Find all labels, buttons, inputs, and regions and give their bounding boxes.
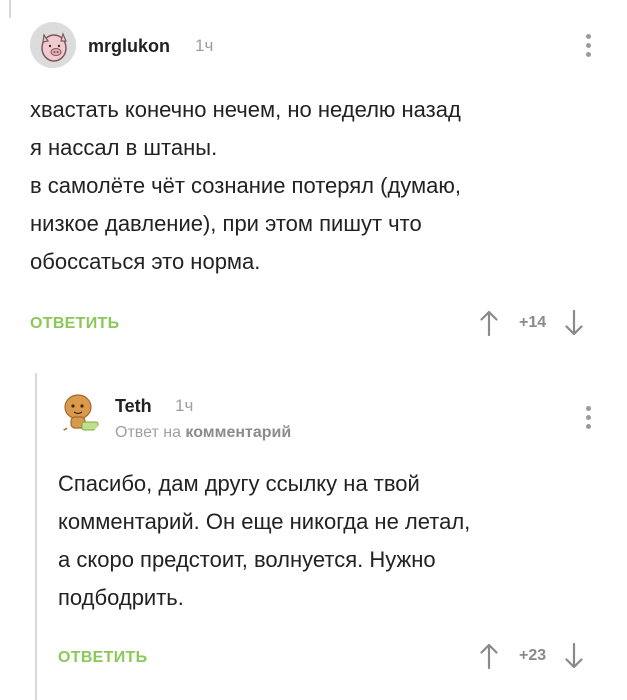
more-vertical-icon[interactable] [586, 406, 592, 433]
arrow-up-icon[interactable] [477, 641, 501, 671]
comment-text-line: хвастать конечно нечем, но неделю назад [30, 97, 461, 122]
username[interactable]: mrglukon [88, 36, 170, 57]
comment-reply: Teth 1ч Ответ на комментарий Спасибо, да… [0, 373, 627, 700]
comment-text-line: комментарий. Он еще никогда не летал, [58, 509, 471, 534]
avatar[interactable] [30, 22, 76, 68]
reply-button[interactable]: ОТВЕТИТЬ [58, 649, 147, 667]
arrow-up-icon[interactable] [477, 308, 501, 338]
rating: +23 [519, 647, 547, 664]
reply-to-link[interactable]: комментарий [185, 424, 291, 441]
more-vertical-icon[interactable] [586, 34, 592, 61]
cookie-avatar-icon [60, 394, 99, 431]
pig-avatar-icon [30, 22, 76, 68]
comment-text-line: я нассал в штаны. [30, 135, 218, 160]
comment-text-line: обоссаться это норма. [30, 249, 261, 274]
reply-to: Ответ на комментарий [115, 424, 291, 442]
avatar[interactable] [56, 390, 102, 436]
comment-text-line: в самолёте чёт сознание потерял (думаю, [30, 173, 462, 198]
comment-text-line: Спасибо, дам другу ссылку на твой [58, 471, 420, 496]
username[interactable]: Teth [115, 396, 152, 417]
comment-text-line: низкое давление), при этом пишут что [30, 211, 422, 236]
comment-text-line: подбодрить. [58, 585, 184, 610]
arrow-down-icon[interactable] [562, 641, 586, 671]
vote-controls: +14 [477, 308, 586, 338]
vote-controls: +23 [477, 641, 586, 671]
comment-time: 1ч [175, 396, 194, 415]
comment-text-line: а скоро предстоит, волнуется. Нужно [58, 547, 436, 572]
comment-time: 1ч [195, 36, 214, 55]
reply-to-prefix: Ответ на [115, 424, 181, 441]
arrow-down-icon[interactable] [562, 308, 586, 338]
rating: +14 [519, 314, 547, 331]
comment: mrglukon 1ч хвастать конечно нечем, но н… [0, 0, 627, 360]
comment-text: хвастать конечно нечем, но неделю назад … [30, 91, 600, 281]
reply-button[interactable]: ОТВЕТИТЬ [30, 315, 119, 333]
comment-text: Спасибо, дам другу ссылку на твой коммен… [58, 465, 598, 617]
